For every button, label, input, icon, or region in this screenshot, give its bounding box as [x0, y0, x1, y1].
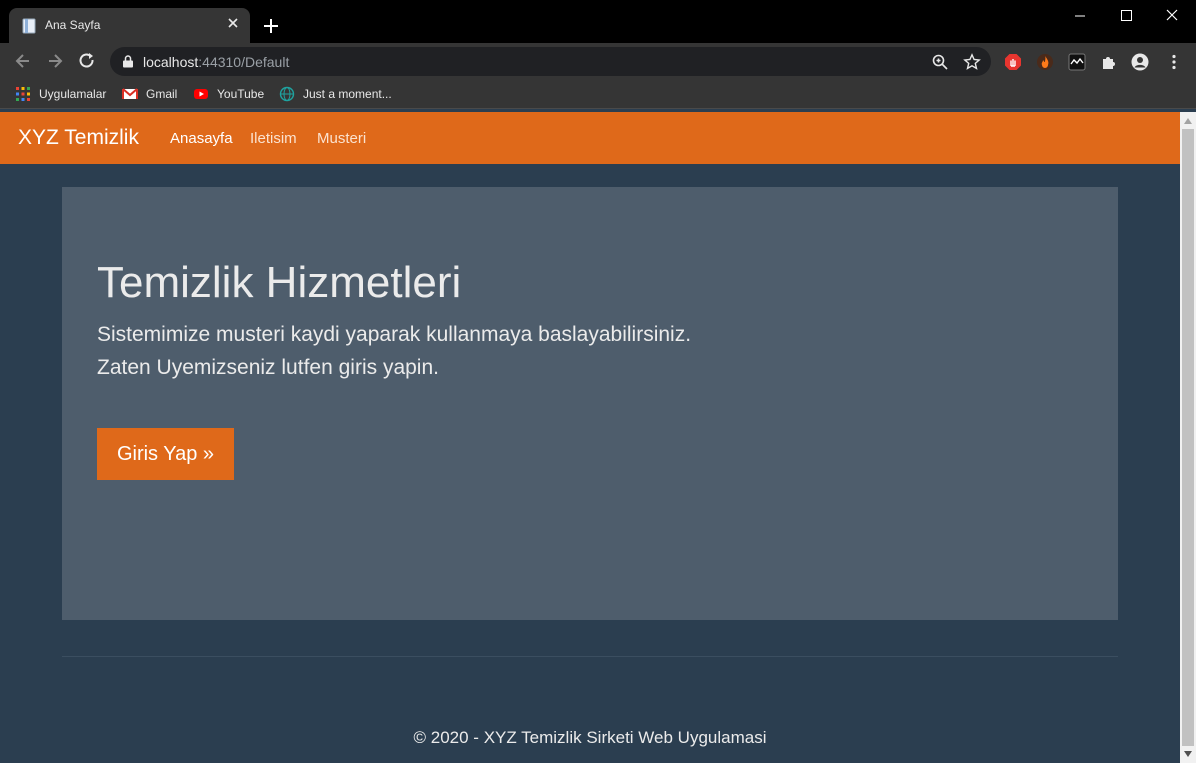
nav-link-anasayfa[interactable]: Anasayfa [170, 130, 233, 147]
bookmark-just-a-moment[interactable]: Just a moment... [279, 85, 392, 103]
bookmark-apps[interactable]: Uygulamalar [15, 85, 106, 103]
profile-avatar-icon[interactable] [1131, 53, 1149, 71]
hero-title: Temizlik Hizmetleri [97, 258, 462, 307]
bookmark-gmail[interactable]: Gmail [122, 85, 177, 103]
zoom-icon[interactable] [931, 53, 949, 71]
apps-grid-icon [16, 87, 30, 101]
url-text: localhost:44310/Default [143, 54, 289, 70]
bookmark-label: Gmail [146, 87, 178, 101]
nav-link-musteri[interactable]: Musteri [317, 130, 366, 147]
menu-kebab-icon[interactable] [1165, 53, 1183, 71]
bookmarks-bar: Uygulamalar Gmail YouTube Just a moment.… [0, 79, 1196, 109]
footer-copyright: © 2020 - XYZ Temizlik Sirketi Web Uygula… [413, 728, 767, 747]
extensions-puzzle-icon[interactable] [1100, 53, 1118, 71]
gmail-icon [122, 88, 138, 99]
bookmark-label: Just a moment... [303, 87, 392, 101]
close-tab-icon[interactable] [225, 15, 241, 31]
brand-link[interactable]: XYZ Temizlik [18, 126, 139, 150]
tab-title: Ana Sayfa [45, 18, 101, 32]
adblock-extension-icon[interactable] [1004, 53, 1022, 71]
forward-icon[interactable] [45, 51, 65, 71]
reload-icon[interactable] [77, 51, 97, 71]
bookmark-label: YouTube [217, 87, 265, 101]
bookmark-star-icon[interactable] [963, 53, 981, 71]
footer-divider [62, 656, 1118, 657]
nav-link-iletisim[interactable]: Iletisim [250, 130, 297, 147]
bookmark-label: Uygulamalar [39, 87, 107, 101]
page-viewport: XYZ Temizlik Anasayfa Iletisim Musteri T… [0, 112, 1180, 763]
hero-description-line-2: Zaten Uyemizseniz lutfen giris yapin. [97, 356, 439, 379]
fire-extension-icon[interactable] [1036, 53, 1054, 71]
hero-jumbotron: Temizlik Hizmetleri Sistemimize musteri … [62, 187, 1118, 620]
page-favicon-icon [22, 18, 36, 34]
login-button[interactable]: Giris Yap » [97, 428, 234, 480]
minimize-icon[interactable] [1069, 6, 1091, 26]
maximize-icon[interactable] [1115, 6, 1137, 26]
globe-icon [279, 86, 295, 102]
url-path: :44310/Default [198, 54, 290, 70]
scroll-down-icon[interactable] [1184, 751, 1192, 757]
address-bar[interactable]: localhost:44310/Default [110, 47, 991, 76]
hero-description-line-1: Sistemimize musteri kaydi yaparak kullan… [97, 323, 692, 346]
browser-tab[interactable]: Ana Sayfa [9, 8, 250, 43]
browser-titlebar: Ana Sayfa [0, 0, 1196, 43]
bookmark-youtube[interactable]: YouTube [193, 85, 264, 103]
browser-toolbar: localhost:44310/Default [0, 43, 1196, 79]
new-tab-icon[interactable] [262, 17, 280, 35]
scrollbar-thumb[interactable] [1182, 129, 1194, 746]
back-icon[interactable] [13, 51, 33, 71]
wave-extension-icon[interactable] [1068, 53, 1086, 71]
scroll-up-icon[interactable] [1184, 118, 1192, 124]
url-host: localhost [143, 54, 199, 70]
page-scrollbar[interactable] [1180, 112, 1196, 763]
lock-icon [123, 55, 133, 68]
site-navbar: XYZ Temizlik Anasayfa Iletisim Musteri [0, 112, 1180, 164]
youtube-icon [194, 89, 208, 99]
close-window-icon[interactable] [1161, 6, 1183, 26]
